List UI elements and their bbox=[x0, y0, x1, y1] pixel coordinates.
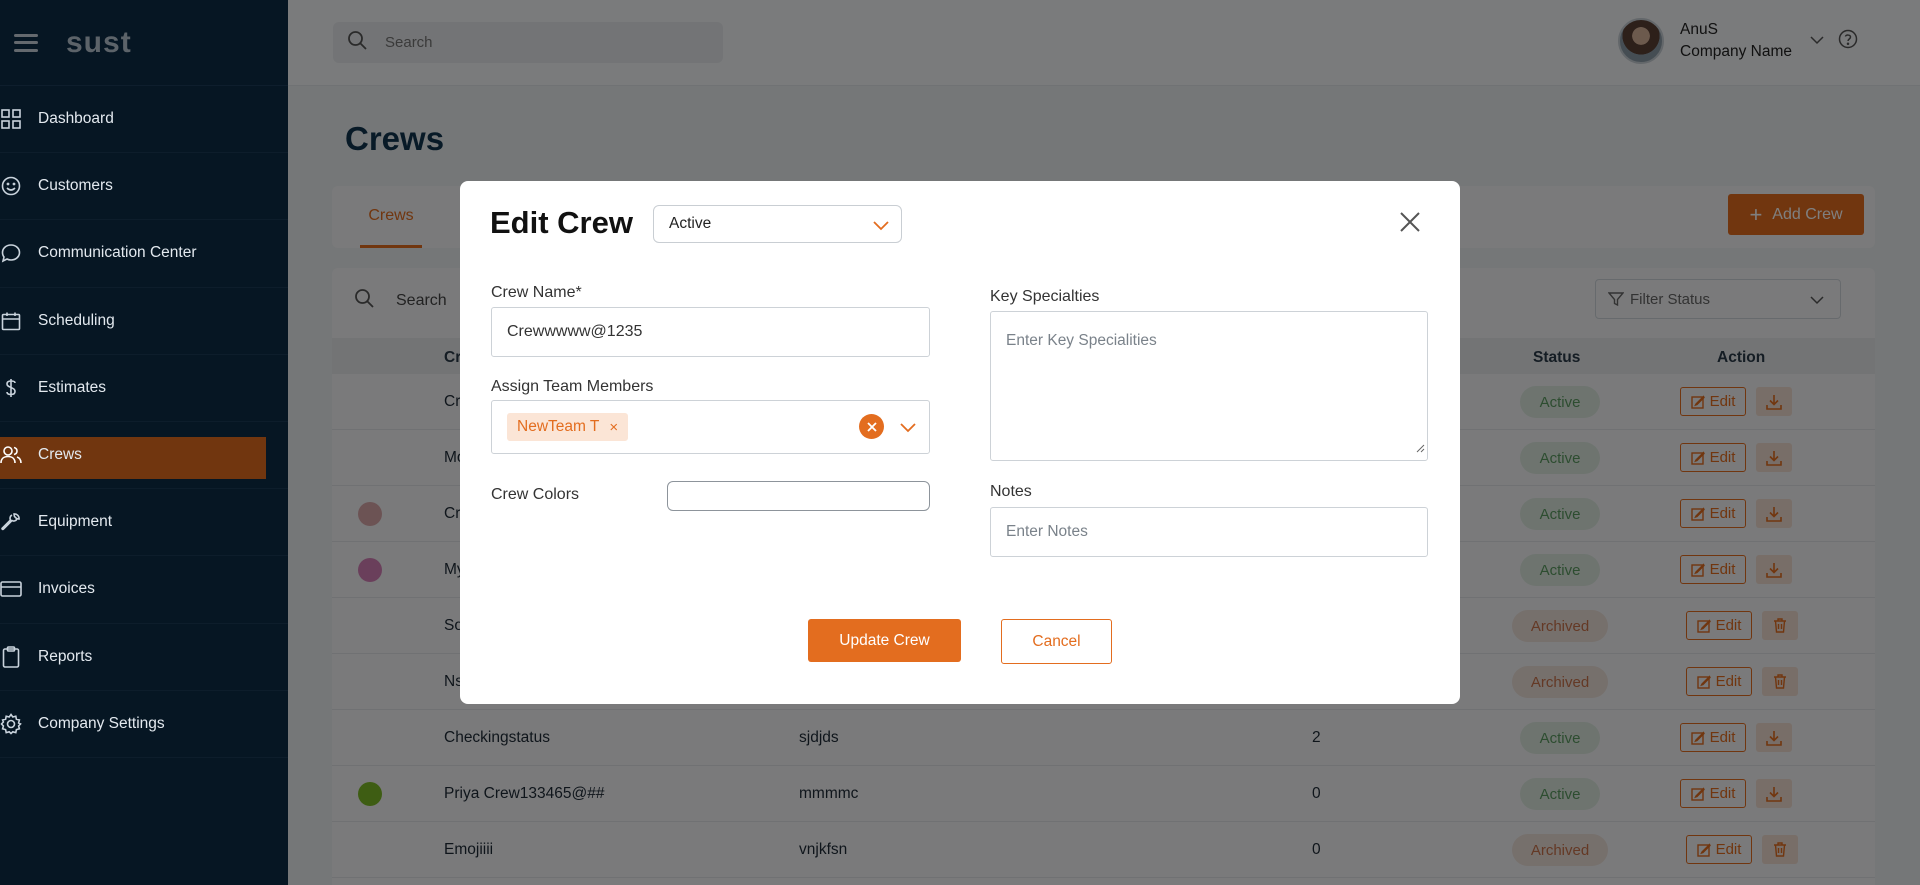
sidebar-item-label: Reports bbox=[38, 647, 93, 665]
users-icon bbox=[0, 444, 22, 466]
sidebar-item-label: Communication Center bbox=[38, 244, 197, 262]
key-specialties-placeholder: Enter Key Specialities bbox=[1006, 332, 1157, 349]
sidebar-item-label: Dashboard bbox=[38, 110, 114, 128]
sidebar-item-label: Customers bbox=[38, 177, 113, 195]
crew-name-label: Crew Name* bbox=[491, 284, 582, 301]
crew-name-value: Crewwwww@1235 bbox=[507, 323, 643, 340]
sidebar-item-label: Equipment bbox=[38, 513, 113, 531]
edit-crew-modal: Edit Crew Active Crew Name* Crewwwww@123… bbox=[460, 181, 1460, 704]
clear-selection-icon[interactable] bbox=[859, 414, 884, 439]
notes-field[interactable]: Enter Notes bbox=[990, 507, 1428, 557]
calendar-icon bbox=[0, 310, 22, 332]
cancel-button[interactable]: Cancel bbox=[1001, 619, 1112, 664]
sidebar-item-label: Company Settings bbox=[38, 714, 165, 732]
sidebar-item-label: Crews bbox=[38, 446, 82, 464]
modal-title: Edit Crew bbox=[490, 205, 633, 240]
team-members-multiselect[interactable]: NewTeam T × bbox=[491, 400, 930, 454]
team-member-chip: NewTeam T × bbox=[507, 413, 629, 441]
gear-icon bbox=[0, 712, 22, 735]
sidebar-item-label: Invoices bbox=[38, 580, 95, 598]
crew-colors-label: Crew Colors bbox=[491, 486, 580, 503]
close-icon[interactable] bbox=[1395, 207, 1425, 237]
sidebar-item-label: Estimates bbox=[38, 378, 107, 396]
smile-icon bbox=[0, 175, 22, 197]
dollar-icon bbox=[0, 377, 22, 399]
resize-handle-icon[interactable] bbox=[1415, 440, 1425, 458]
notes-placeholder: Enter Notes bbox=[1006, 523, 1088, 540]
wrench-icon bbox=[0, 511, 22, 533]
clipboard-icon bbox=[0, 645, 22, 668]
crew-color-picker[interactable] bbox=[667, 481, 930, 511]
chip-remove-icon[interactable]: × bbox=[609, 419, 618, 436]
card-icon bbox=[0, 578, 22, 600]
key-specialties-label: Key Specialties bbox=[990, 288, 1100, 305]
chip-label: NewTeam T bbox=[517, 418, 600, 435]
crew-status-select[interactable]: Active bbox=[653, 205, 902, 243]
crew-status-value: Active bbox=[669, 215, 712, 232]
crew-name-field[interactable]: Crewwwww@1235 bbox=[491, 307, 930, 357]
update-crew-button[interactable]: Update Crew bbox=[808, 619, 961, 662]
chevron-down-icon bbox=[873, 218, 889, 236]
notes-label: Notes bbox=[990, 483, 1032, 500]
chevron-down-icon[interactable] bbox=[900, 420, 916, 438]
sidebar-item-label: Scheduling bbox=[38, 311, 115, 329]
grid-icon bbox=[0, 108, 22, 130]
key-specialties-textarea[interactable]: Enter Key Specialities bbox=[990, 311, 1428, 461]
assign-team-members-label: Assign Team Members bbox=[491, 378, 654, 395]
chat-icon bbox=[0, 242, 22, 264]
